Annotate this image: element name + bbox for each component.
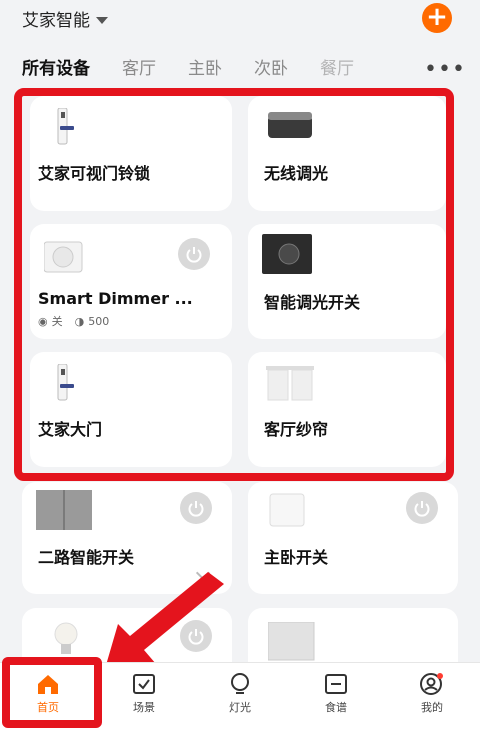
nav-profile[interactable]: 我的 [384,663,480,729]
add-device-button[interactable]: + [422,3,452,33]
nav-label: 我的 [421,701,443,714]
nav-recipes[interactable]: 食谱 [288,663,384,729]
wall-switch-icon [269,493,305,527]
power-button[interactable] [180,492,212,524]
home-selector[interactable]: 艾家智能 [22,6,108,31]
highlight-frame [2,657,102,728]
room-tabs: 所有设备 客厅 主卧 次卧 餐厅 [22,54,452,82]
nav-label: 场景 [133,701,155,714]
panel-switch-icon [268,622,315,661]
recipe-icon [325,674,347,694]
power-button[interactable] [406,492,438,524]
power-icon [188,501,204,517]
power-icon [414,501,430,517]
tab-master-bedroom[interactable]: 主卧 [188,54,222,82]
light-bulb-icon [231,673,249,694]
device-name: 主卧开关 [264,548,329,567]
smart-bulb-icon [54,622,78,654]
highlight-frame [14,88,454,481]
caret-down-icon [96,16,108,24]
home-name: 艾家智能 [22,11,90,31]
nav-lights[interactable]: 灯光 [192,663,288,729]
nav-label: 灯光 [229,701,251,714]
nav-scene[interactable]: 场景 [96,663,192,729]
plus-icon: + [426,2,448,32]
tab-living-room[interactable]: 客厅 [122,54,156,82]
nav-label: 食谱 [325,701,347,714]
two-way-switch-icon [36,490,92,530]
profile-icon [420,673,443,695]
more-tabs-button[interactable]: ••• [424,57,466,82]
tab-dining-room[interactable]: 餐厅 [320,54,354,82]
tab-all-devices[interactable]: 所有设备 [22,54,90,82]
device-card[interactable]: 主卧开关 [248,482,458,594]
scene-icon [133,674,155,694]
tab-second-bedroom[interactable]: 次卧 [254,54,288,82]
